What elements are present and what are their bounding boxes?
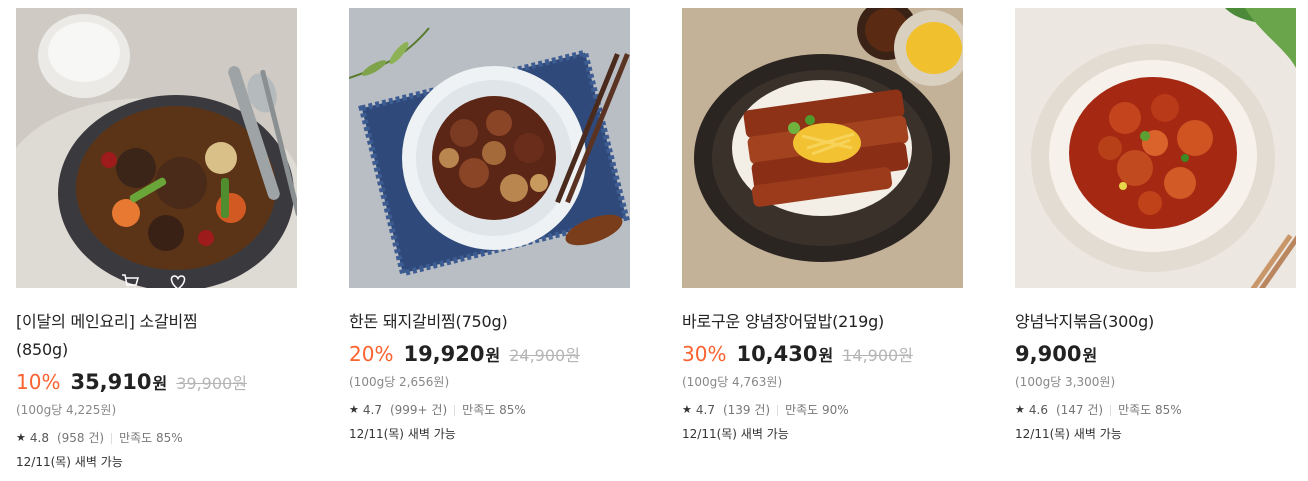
product-card[interactable]: 한돈 돼지갈비찜(750g) 20% 19,920 원 24,900원 (100… <box>349 8 630 443</box>
product-card[interactable]: 양념낙지볶음(300g) 9,900 원 (100g당 3,300원) ★ 4.… <box>1015 8 1296 443</box>
currency-label: 원 <box>485 346 501 365</box>
cart-icon[interactable] <box>120 272 140 288</box>
review-summary: ★ 4.7 (139 건) 만족도 90% <box>682 401 963 419</box>
rating: 4.7 <box>695 403 715 417</box>
divider <box>454 404 456 416</box>
original-price: 24,900원 <box>509 346 580 365</box>
unit-price: (100g당 4,763원) <box>682 375 783 389</box>
satisfaction: 만족도 90% <box>785 403 849 417</box>
product-name-line1: 한돈 돼지갈비찜(750g) <box>349 312 508 331</box>
star-icon: ★ <box>349 403 359 416</box>
original-price: 39,900원 <box>176 374 247 393</box>
currency-label: 원 <box>1082 346 1098 365</box>
braised-short-ribs-image <box>16 8 297 288</box>
currency-label: 원 <box>152 374 168 393</box>
heart-icon[interactable] <box>168 272 188 288</box>
delivery-info: 12/11(목) 새벽 가능 <box>16 455 123 469</box>
rating: 4.8 <box>29 431 49 445</box>
product-name[interactable]: [이달의 메인요리] 소갈비찜 (850g) <box>16 308 297 364</box>
discount-rate: 10% <box>16 370 61 394</box>
price-row: 20% 19,920 원 24,900원 <box>349 342 630 370</box>
satisfaction: 만족도 85% <box>462 403 526 417</box>
braised-pork-ribs-image <box>349 8 630 288</box>
product-name-line2: (850g) <box>16 340 68 359</box>
original-price: 14,900원 <box>842 346 913 365</box>
sale-price: 35,910 <box>70 370 152 394</box>
unit-price: (100g당 4,225원) <box>16 403 117 417</box>
price-row: 30% 10,430 원 14,900원 <box>682 342 963 370</box>
price-row: 10% 35,910 원 39,900원 <box>16 370 297 398</box>
product-image[interactable] <box>1015 8 1296 288</box>
rating: 4.6 <box>1028 403 1048 417</box>
star-icon: ★ <box>16 431 26 444</box>
product-name[interactable]: 한돈 돼지갈비찜(750g) <box>349 308 630 336</box>
review-count: (958 건) <box>56 431 105 445</box>
sale-price: 10,430 <box>736 342 818 366</box>
delivery-info: 12/11(목) 새벽 가능 <box>1015 427 1122 441</box>
product-image[interactable] <box>682 8 963 288</box>
divider <box>777 404 779 416</box>
delivery-info: 12/11(목) 새벽 가능 <box>349 427 456 441</box>
product-card[interactable]: 바로구운 양념장어덮밥(219g) 30% 10,430 원 14,900원 (… <box>682 8 963 443</box>
product-name[interactable]: 바로구운 양념장어덮밥(219g) <box>682 308 963 336</box>
review-count: (139 건) <box>722 403 771 417</box>
sale-price: 9,900 <box>1015 342 1082 366</box>
review-summary: ★ 4.8 (958 건) 만족도 85% <box>16 429 297 447</box>
discount-rate: 30% <box>682 342 727 366</box>
delivery-info: 12/11(목) 새벽 가능 <box>682 427 789 441</box>
satisfaction: 만족도 85% <box>119 431 183 445</box>
product-card[interactable]: [이달의 메인요리] 소갈비찜 (850g) 10% 35,910 원 39,9… <box>16 8 297 471</box>
review-count: (147 건) <box>1055 403 1104 417</box>
sale-price: 19,920 <box>403 342 485 366</box>
product-image[interactable] <box>349 8 630 288</box>
currency-label: 원 <box>818 346 834 365</box>
price-row: 9,900 원 <box>1015 342 1296 370</box>
product-name-line1: [이달의 메인요리] 소갈비찜 <box>16 312 198 331</box>
unit-price: (100g당 2,656원) <box>349 375 450 389</box>
grilled-eel-rice-bowl-image <box>682 8 963 288</box>
product-name[interactable]: 양념낙지볶음(300g) <box>1015 308 1296 336</box>
product-name-line1: 양념낙지볶음(300g) <box>1015 312 1155 331</box>
spicy-octopus-stir-fry-image <box>1015 8 1296 288</box>
divider <box>1110 404 1112 416</box>
divider <box>111 432 113 444</box>
satisfaction: 만족도 85% <box>1118 403 1182 417</box>
star-icon: ★ <box>682 403 692 416</box>
rating: 4.7 <box>362 403 382 417</box>
product-name-line1: 바로구운 양념장어덮밥(219g) <box>682 312 885 331</box>
review-count: (999+ 건) <box>389 403 448 417</box>
review-summary: ★ 4.7 (999+ 건) 만족도 85% <box>349 401 630 419</box>
unit-price: (100g당 3,300원) <box>1015 375 1116 389</box>
product-image[interactable] <box>16 8 297 288</box>
review-summary: ★ 4.6 (147 건) 만족도 85% <box>1015 401 1296 419</box>
discount-rate: 20% <box>349 342 394 366</box>
star-icon: ★ <box>1015 403 1025 416</box>
